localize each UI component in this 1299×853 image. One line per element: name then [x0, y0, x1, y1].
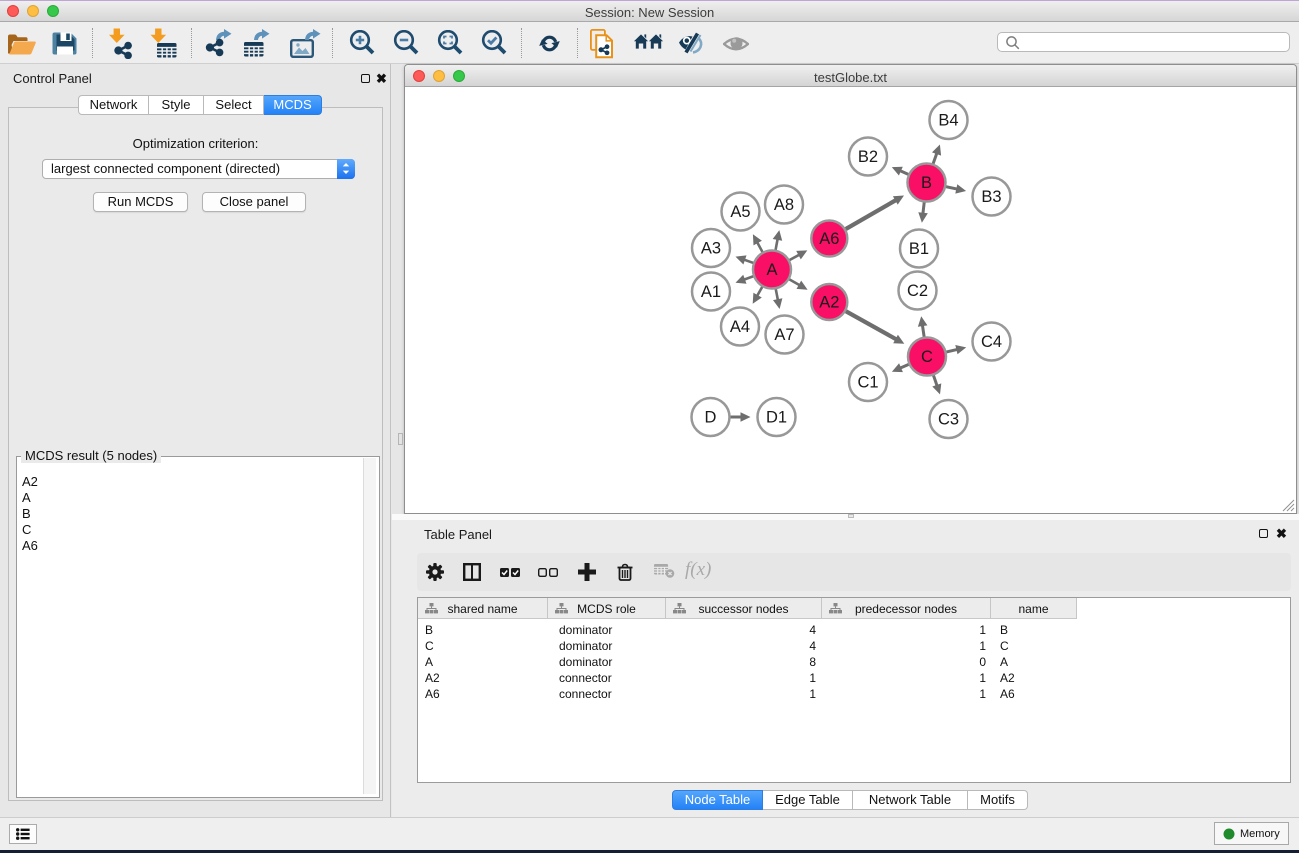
svg-text:A3: A3 [701, 240, 721, 258]
svg-text:B4: B4 [938, 112, 958, 130]
svg-text:D1: D1 [766, 409, 787, 427]
svg-text:A6: A6 [819, 230, 839, 248]
svg-text:C: C [921, 348, 933, 366]
svg-text:A8: A8 [774, 196, 794, 214]
svg-text:C1: C1 [857, 374, 878, 392]
svg-text:B: B [921, 174, 932, 192]
svg-text:B1: B1 [909, 240, 929, 258]
svg-text:A1: A1 [701, 283, 721, 301]
svg-text:B3: B3 [981, 188, 1001, 206]
svg-text:C3: C3 [938, 411, 959, 429]
svg-text:C2: C2 [907, 282, 928, 300]
svg-text:A5: A5 [730, 203, 750, 221]
svg-text:A7: A7 [774, 326, 794, 344]
svg-text:D: D [705, 409, 717, 427]
svg-text:A2: A2 [819, 294, 839, 312]
svg-text:A: A [766, 261, 777, 279]
svg-text:B2: B2 [858, 148, 878, 166]
svg-text:A4: A4 [730, 318, 750, 336]
svg-text:C4: C4 [981, 333, 1002, 351]
